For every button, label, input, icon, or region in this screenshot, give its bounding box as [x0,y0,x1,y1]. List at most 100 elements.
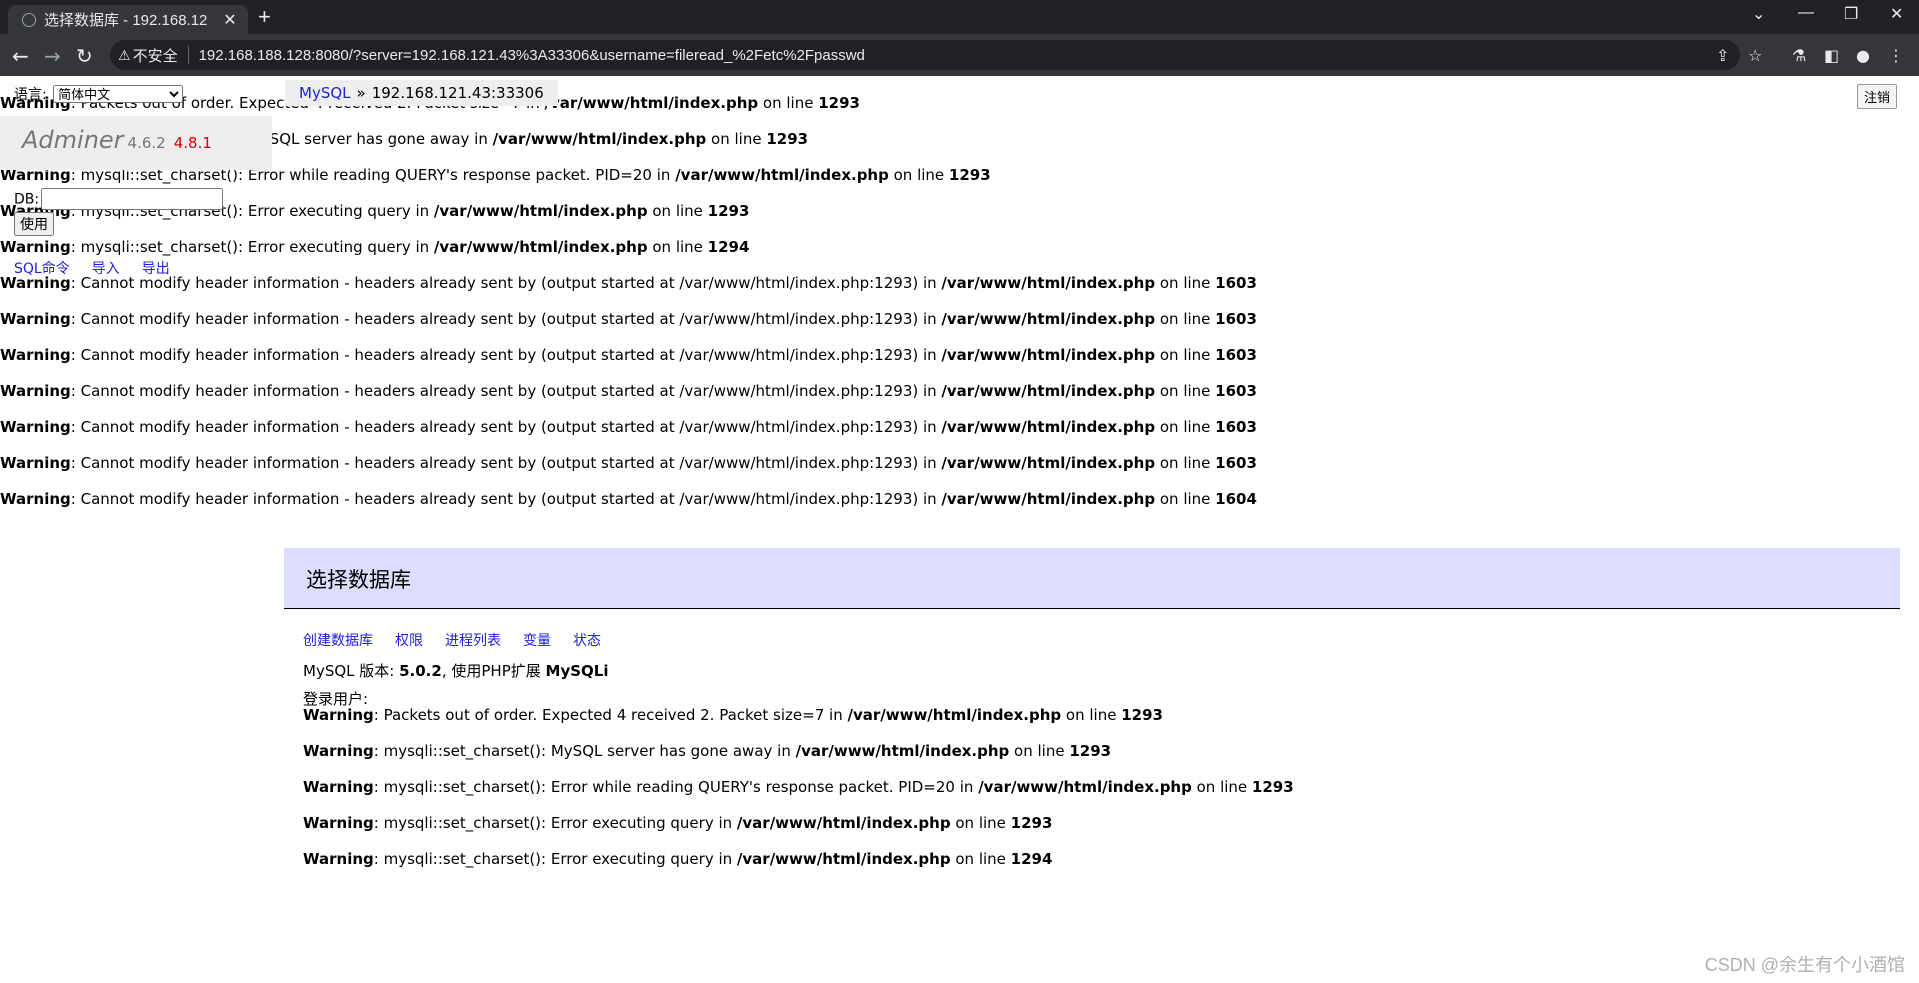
warning-on-line: on line [1155,418,1216,436]
warning-file: /var/www/html/index.php [492,130,707,148]
warning-on-line: on line [706,130,767,148]
warning-file: /var/www/html/index.php [941,274,1156,292]
breadcrumb-server: 192.168.121.43:33306 [371,84,544,102]
content-header: 选择数据库 [284,548,1900,609]
language-select[interactable]: 简体中文 [53,85,184,103]
warning-prefix: Warning [0,310,71,328]
privileges-link[interactable]: 权限 [395,633,423,649]
logout-button[interactable]: 注销 [1856,84,1897,109]
warning-line: Warning: mysqli::set_charset(): Error ex… [303,850,1052,868]
warning-line-number: 1294 [1010,850,1053,868]
menu-icon[interactable]: ⋮ [1888,46,1904,65]
reload-icon[interactable]: ↻ [76,44,93,68]
restore-icon[interactable]: ❐ [1844,4,1858,24]
warning-prefix: Warning [0,418,71,436]
warning-line-number: 1293 [1121,706,1163,724]
import-link[interactable]: 导入 [92,261,120,277]
warning-file: /var/www/html/index.php [433,202,648,220]
security-label[interactable]: 不安全 [133,45,178,66]
breadcrumb-separator: » [356,84,366,102]
warning-line-number: 1293 [1010,814,1053,832]
address-bar[interactable]: ⚠ 不安全 192.168.188.128:8080/?server=192.1… [110,40,1740,70]
page-content: Warning: Packets out of order. Expected … [0,76,1919,983]
warning-line: Warning: Cannot modify header informatio… [0,454,1257,472]
warning-message: : mysqli::set_charset(): Error executing… [373,850,737,868]
warning-message: : Cannot modify header information - hea… [70,490,942,508]
warning-prefix: Warning [0,454,71,472]
create-database-link[interactable]: 创建数据库 [303,633,373,649]
breadcrumb-driver-link[interactable]: MySQL [299,84,351,102]
warning-prefix: Warning [0,238,71,256]
mysql-version: MySQL 版本: 5.0.2, 使用PHP扩展 MySQLi [303,660,609,681]
new-tab-button[interactable]: + [258,4,271,30]
warning-on-line: on line [1009,742,1070,760]
warning-file: /var/www/html/index.php [978,778,1192,796]
minimize-icon[interactable]: — [1798,4,1814,22]
warning-file: /var/www/html/index.php [795,742,1010,760]
warning-line-number: 1293 [1069,742,1112,760]
sql-command-link[interactable]: SQL命令 [14,261,70,277]
browser-tab-bar: 选择数据库 - 192.168.12 ✕ + ⌄ — ❐ ✕ [0,0,1919,34]
forward-icon[interactable]: → [44,44,61,68]
warning-on-line: on line [647,202,708,220]
warning-line: Warning: Cannot modify header informatio… [0,310,1257,328]
warning-message: : mysqli::set_charset(): Error executing… [70,238,434,256]
warning-message: : mysqli::set_charset(): Error executing… [373,814,737,832]
extension-icon[interactable]: ⚗ [1792,46,1806,65]
warning-file: /var/www/html/index.php [941,346,1156,364]
warning-on-line: on line [888,166,949,184]
sidepanel-icon[interactable]: ◧ [1824,46,1839,65]
version-new[interactable]: 4.8.1 [174,134,212,152]
warning-prefix: Warning [303,850,374,868]
share-icon[interactable]: ⇪ [1716,46,1729,65]
warning-message: : Cannot modify header information - hea… [70,454,942,472]
process-list-link[interactable]: 进程列表 [445,633,501,649]
language-form: 语言: 简体中文 [14,84,184,104]
status-link[interactable]: 状态 [573,633,601,649]
version-current: 4.6.2 [127,134,166,152]
warning-on-line: on line [1155,382,1216,400]
page-title: 选择数据库 [306,568,411,592]
divider [187,46,189,64]
warning-line-number: 1293 [818,94,860,112]
warning-on-line: on line [1155,490,1216,508]
breadcrumb: MySQL » 192.168.121.43:33306 [285,80,558,106]
warning-prefix: Warning [303,742,374,760]
content-links: 创建数据库 权限 进程列表 变量 状态 [303,630,623,650]
warning-line-number: 1603 [1215,454,1257,472]
warning-line: Warning: Cannot modify header informatio… [0,382,1257,400]
use-button[interactable]: 使用 [14,212,54,236]
warning-prefix: Warning [303,706,374,724]
adminer-logo[interactable]: Adminer 4.6.2 4.8.1 [22,126,212,154]
warning-line-number: 1603 [1215,274,1257,292]
logo-text[interactable]: Adminer [22,126,124,154]
tab-search-icon[interactable]: ⌄ [1752,4,1765,24]
extension-value: MySQLi [545,662,609,680]
db-input[interactable] [41,188,224,210]
warning-line-number: 1293 [707,202,750,220]
tab-close-icon[interactable]: ✕ [220,10,240,30]
db-label: DB: [14,191,40,208]
warning-message: : Cannot modify header information - hea… [70,382,942,400]
window-close-icon[interactable]: ✕ [1890,4,1903,24]
warning-file: /var/www/html/index.php [544,94,759,112]
warning-line-number: 1603 [1215,382,1257,400]
warning-line: Warning: mysqli::set_charset(): Error ex… [303,814,1052,832]
warning-on-line: on line [1061,706,1122,724]
warning-line-number: 1293 [948,166,991,184]
bookmark-star-icon[interactable]: ☆ [1748,46,1762,65]
back-icon[interactable]: ← [12,44,29,68]
warning-line-number: 1603 [1215,346,1257,364]
warning-file: /var/www/html/index.php [941,490,1156,508]
extension-label: , 使用PHP扩展 [441,662,541,680]
warning-on-line: on line [1155,454,1216,472]
version-value: 5.0.2 [399,662,442,680]
warning-on-line: on line [647,238,708,256]
export-link[interactable]: 导出 [142,261,170,277]
warning-icon[interactable]: ⚠ [118,47,131,64]
variables-link[interactable]: 变量 [523,633,551,649]
profile-icon[interactable]: ● [1856,46,1870,65]
warning-prefix: Warning [303,814,374,832]
browser-tab[interactable]: 选择数据库 - 192.168.12 ✕ [8,5,248,34]
url-text[interactable]: 192.168.188.128:8080/?server=192.168.121… [199,47,865,64]
